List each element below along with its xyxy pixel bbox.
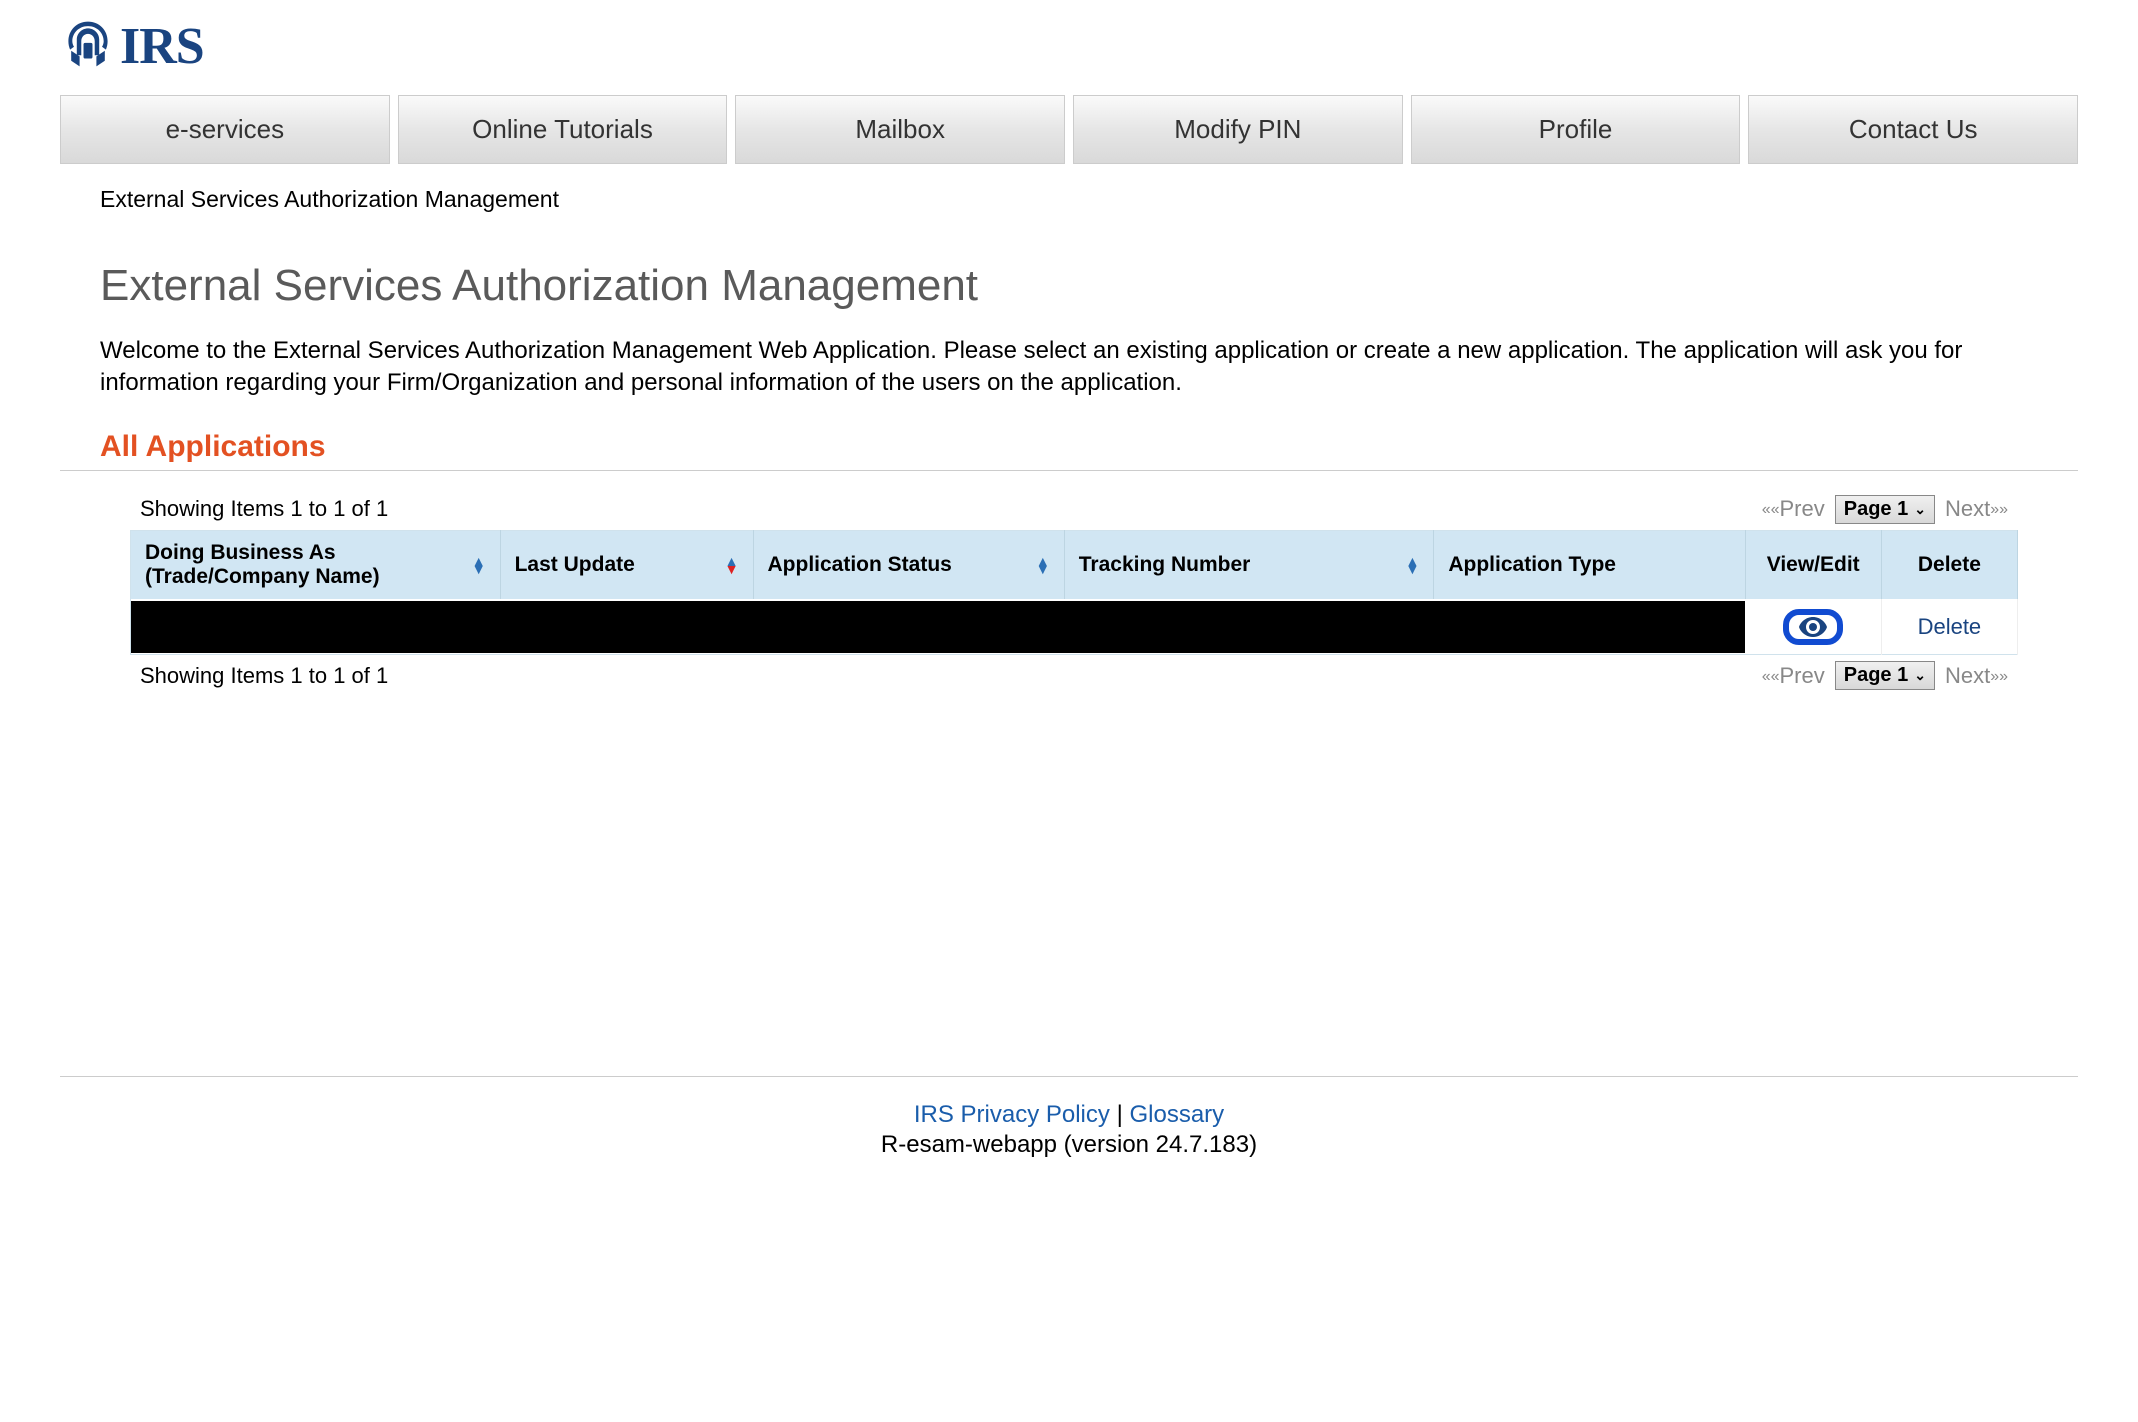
showing-items-bottom: Showing Items 1 to 1 of 1: [140, 663, 388, 689]
col-app-type[interactable]: Application Type: [1434, 530, 1745, 599]
page-title: External Services Authorization Manageme…: [60, 213, 2078, 331]
view-edit-button[interactable]: [1783, 609, 1843, 645]
delete-link[interactable]: Delete: [1881, 599, 2017, 655]
showing-items-top: Showing Items 1 to 1 of 1: [140, 496, 388, 522]
next-link-bottom[interactable]: Next»»: [1945, 663, 2008, 689]
pager-top: ««Prev Page 1⌄ Next»»: [1762, 495, 2008, 524]
next-link-top[interactable]: Next»»: [1945, 496, 2008, 522]
sort-icon: ▲▼: [472, 557, 486, 573]
applications-table: Doing Business As (Trade/Company Name) ▲…: [130, 530, 2018, 656]
nav-eservices[interactable]: e-services: [60, 95, 390, 164]
main-nav: e-services Online Tutorials Mailbox Modi…: [60, 95, 2078, 164]
section-divider: [60, 470, 2078, 471]
footer: IRS Privacy Policy | Glossary R-esam-web…: [60, 1101, 2078, 1219]
col-app-status[interactable]: Application Status ▲▼: [753, 530, 1064, 599]
prev-link-bottom[interactable]: ««Prev: [1762, 663, 1825, 689]
col-view-edit: View/Edit: [1745, 530, 1881, 599]
col-dba[interactable]: Doing Business As (Trade/Company Name) ▲…: [131, 530, 501, 599]
nav-contact-us[interactable]: Contact Us: [1748, 95, 2078, 164]
col-last-update[interactable]: Last Update ▲▼: [500, 530, 753, 599]
all-applications-header: All Applications: [60, 430, 2078, 470]
intro-text: Welcome to the External Services Authori…: [60, 331, 2078, 430]
glossary-link[interactable]: Glossary: [1129, 1101, 1224, 1128]
redacted-row-data: [131, 601, 1745, 653]
nav-modify-pin[interactable]: Modify PIN: [1073, 95, 1403, 164]
chevron-down-icon: ⌄: [1914, 667, 1926, 684]
col-tracking[interactable]: Tracking Number ▲▼: [1064, 530, 1434, 599]
prev-link-top[interactable]: ««Prev: [1762, 496, 1825, 522]
privacy-policy-link[interactable]: IRS Privacy Policy: [914, 1101, 1110, 1128]
irs-logo-text: IRS: [120, 17, 204, 76]
table-controls-bottom: Showing Items 1 to 1 of 1 ««Prev Page 1⌄…: [60, 655, 2078, 696]
table-row: Delete: [131, 599, 2018, 655]
sort-icon: ▲▼: [1406, 557, 1420, 573]
sort-icon: ▲▼: [725, 557, 739, 573]
irs-eagle-icon: [60, 16, 116, 77]
footer-separator: |: [1117, 1101, 1123, 1128]
eye-icon: [1799, 617, 1827, 637]
footer-version: R-esam-webapp (version 24.7.183): [60, 1131, 2078, 1159]
chevron-down-icon: ⌄: [1914, 501, 1926, 518]
breadcrumb: External Services Authorization Manageme…: [60, 164, 2078, 213]
nav-tutorials[interactable]: Online Tutorials: [398, 95, 728, 164]
page-select-bottom[interactable]: Page 1⌄: [1835, 661, 1935, 690]
nav-profile[interactable]: Profile: [1411, 95, 1741, 164]
sort-icon: ▲▼: [1036, 557, 1050, 573]
col-delete: Delete: [1881, 530, 2017, 599]
page-select-top[interactable]: Page 1⌄: [1835, 495, 1935, 524]
nav-mailbox[interactable]: Mailbox: [735, 95, 1065, 164]
irs-logo[interactable]: IRS: [60, 16, 204, 77]
pager-bottom: ««Prev Page 1⌄ Next»»: [1762, 661, 2008, 690]
table-controls-top: Showing Items 1 to 1 of 1 ««Prev Page 1⌄…: [60, 495, 2078, 530]
footer-divider: [60, 1076, 2078, 1077]
logo-area: IRS: [60, 0, 2078, 85]
